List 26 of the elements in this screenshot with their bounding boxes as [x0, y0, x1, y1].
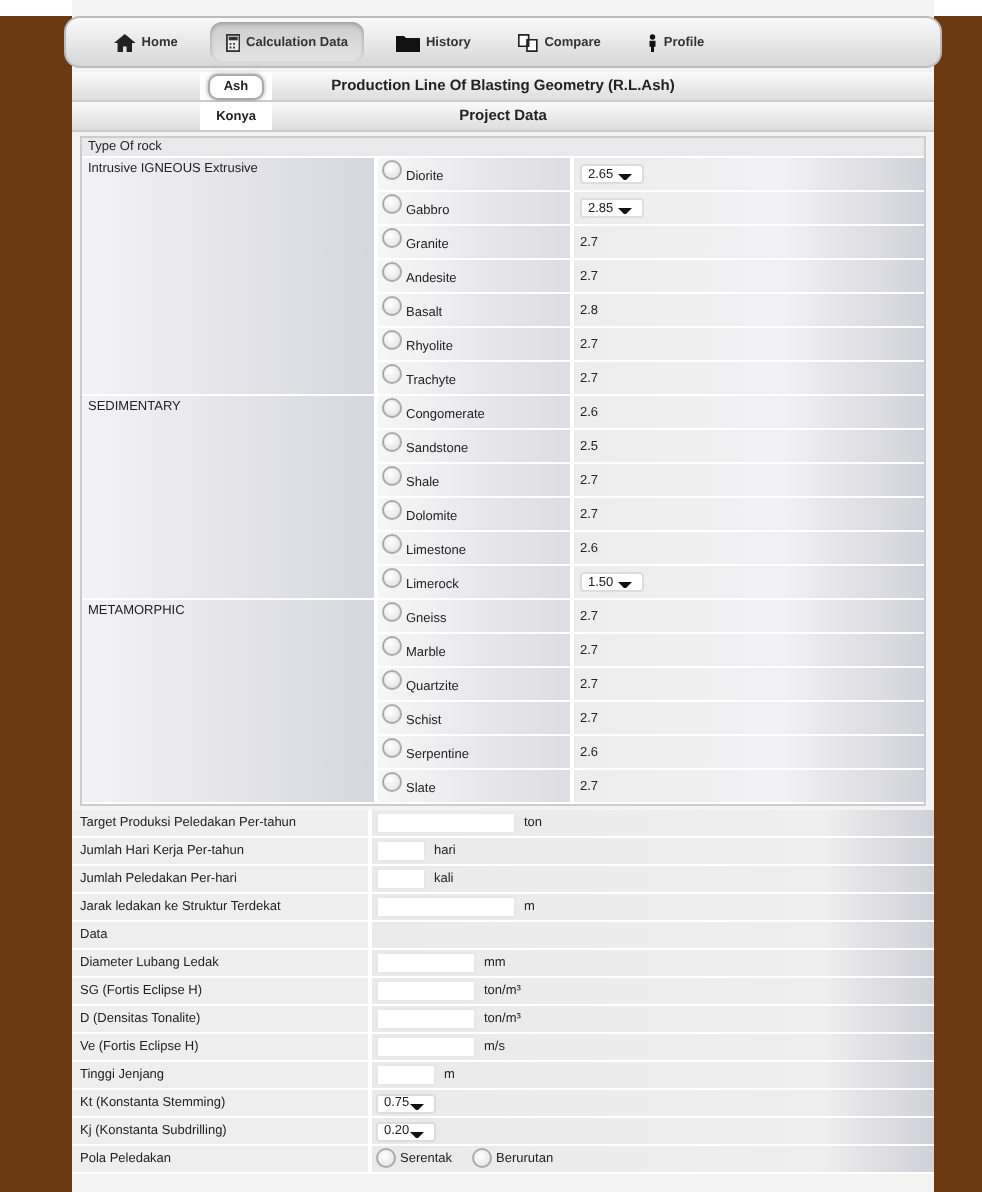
radio-button[interactable]: [382, 227, 402, 247]
radio-button[interactable]: [382, 193, 402, 213]
radio-button[interactable]: [382, 771, 402, 791]
radio-button[interactable]: [382, 159, 402, 179]
radio-button[interactable]: [382, 261, 402, 281]
radio-button[interactable]: [382, 737, 402, 757]
radio-button[interactable]: [382, 635, 402, 655]
radio-button[interactable]: [382, 669, 402, 689]
radio-button[interactable]: [382, 397, 402, 417]
home-icon: [114, 33, 136, 51]
radio-button[interactable]: [382, 567, 402, 587]
documents-icon: [518, 33, 539, 51]
radio-button[interactable]: [382, 431, 402, 451]
person-icon: [648, 33, 658, 51]
radio-button[interactable]: [382, 499, 402, 519]
radio-button[interactable]: [382, 465, 402, 485]
radio-button[interactable]: [382, 533, 402, 553]
radio-button[interactable]: [382, 601, 402, 621]
folder-icon: [395, 33, 420, 51]
radio-button[interactable]: [376, 1147, 396, 1167]
radio-button[interactable]: [382, 295, 402, 315]
radio-button[interactable]: [382, 363, 402, 383]
radio-button[interactable]: [472, 1147, 493, 1167]
radio-button[interactable]: [382, 703, 402, 723]
radio-button[interactable]: [382, 329, 402, 349]
calculator-icon: [225, 33, 241, 51]
